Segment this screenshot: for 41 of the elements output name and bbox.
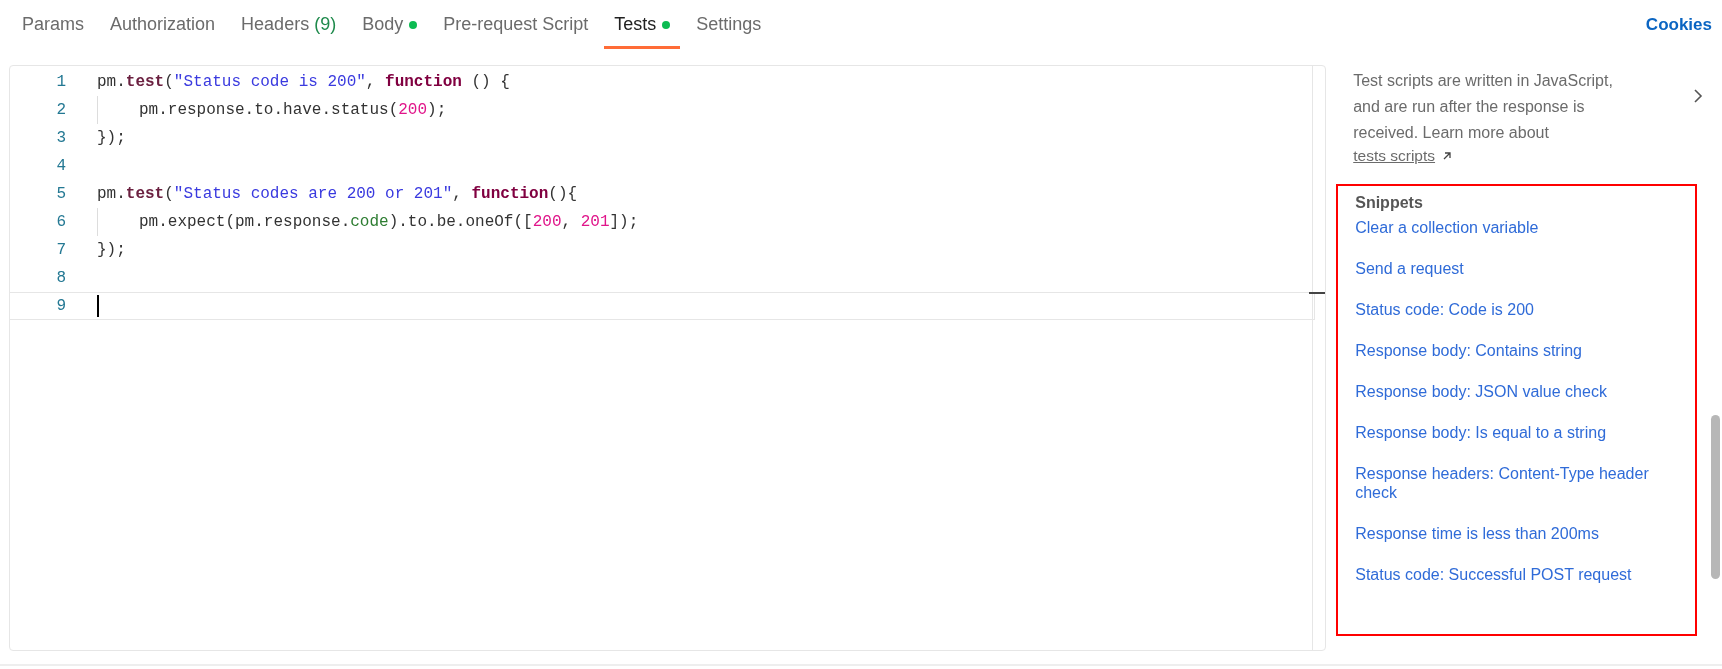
tab[interactable]: Pre-request Script: [433, 0, 599, 49]
snippet-link[interactable]: Response time is less than 200ms: [1355, 524, 1676, 565]
line-number: 3: [55, 129, 67, 147]
line-number: 4: [55, 157, 67, 175]
code-line: pm.response.to.have.status(200);: [138, 101, 447, 119]
snippet-link[interactable]: Response body: JSON value check: [1355, 382, 1676, 423]
description-text: Test scripts are written in JavaScript, and are run after the response is received. Learn more about: [1353, 71, 1614, 143]
tests-scripts-link[interactable]: tests scripts: [1353, 147, 1436, 165]
tab[interactable]: Tests: [604, 0, 681, 49]
code-line: pm.test("Status codes are 200 or 201", function(){: [97, 185, 578, 203]
line-number: 2: [55, 101, 67, 119]
code-line: });: [97, 129, 126, 147]
snippet-link[interactable]: Response body: Contains string: [1355, 341, 1676, 382]
line-number: 5: [55, 185, 67, 203]
line-number: 1: [55, 73, 67, 91]
tab[interactable]: Settings: [686, 0, 772, 49]
line-number: 9: [55, 297, 67, 315]
tab[interactable]: Authorization: [100, 0, 226, 49]
cookies-link[interactable]: Cookies: [1645, 15, 1712, 35]
snippet-link[interactable]: Response headers: Content-Type header check: [1355, 464, 1676, 524]
chevron-right-icon[interactable]: [1693, 89, 1703, 103]
line-number: 7: [55, 241, 67, 259]
scrollbar-thumb[interactable]: [1711, 415, 1720, 579]
snippet-link[interactable]: Send a request: [1355, 259, 1676, 300]
text-cursor: [97, 295, 99, 317]
snippet-link[interactable]: Clear a collection variable: [1355, 218, 1676, 259]
code-line: pm.expect(pm.response.code).to.be.oneOf([200, 201]);: [138, 213, 639, 231]
line-number: 8: [55, 269, 67, 287]
scroll-marker: [1309, 292, 1326, 294]
tab[interactable]: Body: [352, 0, 428, 49]
snippet-link[interactable]: Status code: Code is 200: [1355, 300, 1676, 341]
snippet-link[interactable]: Response body: Is equal to a string: [1355, 423, 1676, 464]
snippet-link[interactable]: Status code: Successful POST request: [1355, 565, 1676, 606]
external-link-icon: [1441, 150, 1454, 162]
code-line: });: [97, 241, 126, 259]
line-number: 6: [55, 213, 67, 231]
snippets-heading: Snippets: [1355, 194, 1424, 212]
tab[interactable]: Headers (9): [231, 0, 347, 49]
code-line: pm.test("Status code is 200", function () {: [97, 73, 510, 91]
tab[interactable]: Params: [12, 0, 94, 49]
code-editor[interactable]: [9, 65, 1327, 651]
